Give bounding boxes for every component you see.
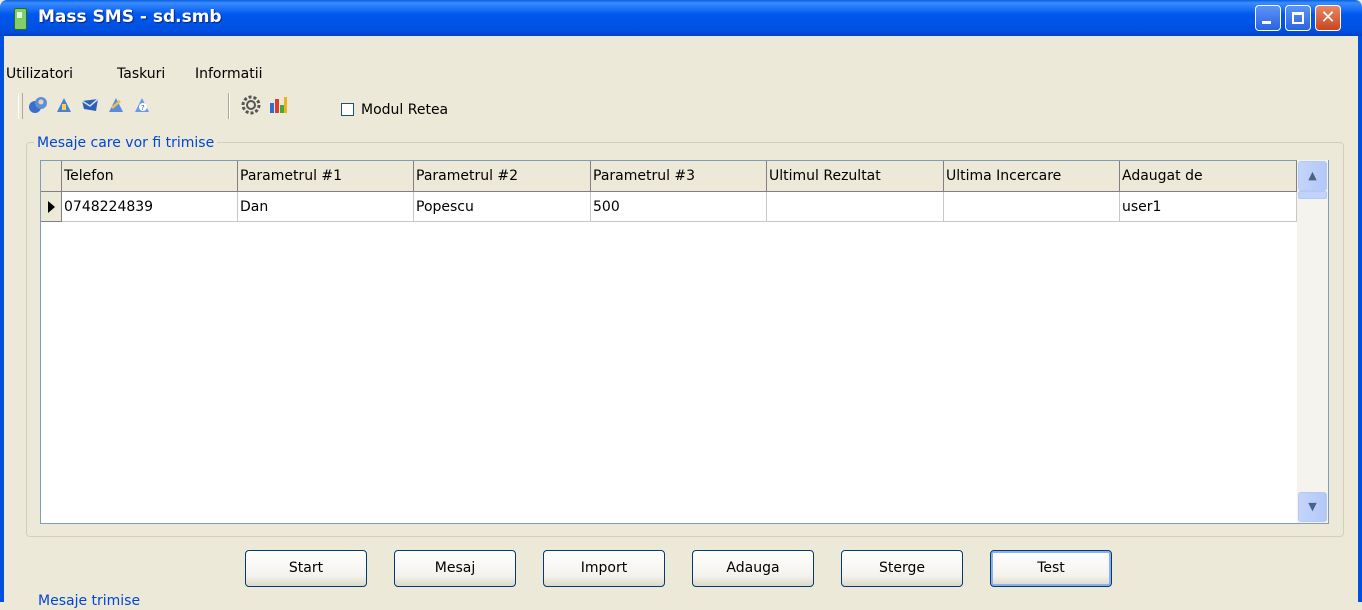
help-icon[interactable]: ? <box>132 95 152 115</box>
table-cell[interactable] <box>944 192 1120 222</box>
app-phone-icon <box>14 8 27 30</box>
mail-icon[interactable] <box>80 95 100 115</box>
scroll-up-button[interactable]: ▲ <box>1298 161 1327 191</box>
network-mode-checkbox[interactable] <box>341 103 354 116</box>
window-title: Mass SMS - sd.smb <box>38 7 222 27</box>
table-cell[interactable]: 500 <box>591 192 767 222</box>
adauga-button[interactable]: Adauga <box>692 550 814 587</box>
column-header-parametrul-2[interactable]: Parametrul #2 <box>414 161 591 192</box>
column-header-telefon[interactable]: Telefon <box>62 161 238 192</box>
column-header-ultima-incercare[interactable]: Ultima Incercare <box>944 161 1120 192</box>
column-header-parametrul-3[interactable]: Parametrul #3 <box>591 161 767 192</box>
menu-utilizatori[interactable]: Utilizatori <box>6 62 73 86</box>
table-cell[interactable]: user1 <box>1120 192 1297 222</box>
menu-informatii[interactable]: Informatii <box>195 62 263 86</box>
maximize-button[interactable] <box>1285 5 1311 31</box>
task-add-icon[interactable] <box>54 95 74 115</box>
close-icon: ✕ <box>1320 7 1336 28</box>
pending-messages-title: Mesaje care vor fi trimise <box>34 134 218 152</box>
window-left-border <box>0 36 4 602</box>
row-indicator-header <box>41 161 62 192</box>
chart-icon[interactable] <box>268 95 288 115</box>
title-bar[interactable]: Mass SMS - sd.smb ✕ <box>0 0 1362 36</box>
sterge-button[interactable]: Sterge <box>841 550 963 587</box>
menu-taskuri[interactable]: Taskuri <box>117 62 165 86</box>
column-header-ultimul-rezultat[interactable]: Ultimul Rezultat <box>767 161 944 192</box>
toolbar-separator <box>228 93 230 119</box>
scroll-down-button[interactable]: ▼ <box>1298 492 1327 522</box>
table-cell[interactable] <box>767 192 944 222</box>
network-mode-label[interactable]: Modul Retea <box>361 100 448 120</box>
settings-gear-icon[interactable] <box>241 95 261 115</box>
users-icon[interactable] <box>28 95 48 115</box>
chevron-up-icon: ▲ <box>1308 169 1317 182</box>
vertical-scrollbar[interactable]: ▲ ▼ <box>1297 160 1328 523</box>
close-button[interactable]: ✕ <box>1315 5 1341 31</box>
mesaj-button[interactable]: Mesaj <box>394 550 516 587</box>
column-header-parametrul-1[interactable]: Parametrul #1 <box>238 161 414 192</box>
window-right-border <box>1358 36 1362 602</box>
import-button[interactable]: Import <box>543 550 665 587</box>
minimize-button[interactable] <box>1255 5 1281 31</box>
svg-text:?: ? <box>141 104 145 112</box>
scroll-thumb[interactable] <box>1298 191 1327 199</box>
table-cell[interactable]: Dan <box>238 192 414 222</box>
current-row-indicator[interactable] <box>41 192 62 222</box>
task-edit-icon[interactable] <box>106 95 126 115</box>
sent-messages-title: Mesaje trimise <box>38 593 141 609</box>
start-button[interactable]: Start <box>245 550 367 587</box>
toolbar-grip[interactable] <box>18 93 23 119</box>
messages-grid[interactable]: Telefon Parametrul #1 Parametrul #2 Para… <box>40 160 1329 524</box>
table-cell[interactable]: Popescu <box>414 192 591 222</box>
table-cell[interactable]: 0748224839 <box>62 192 238 222</box>
column-header-adaugat-de[interactable]: Adaugat de <box>1120 161 1297 192</box>
chevron-down-icon: ▼ <box>1308 500 1317 513</box>
test-button[interactable]: Test <box>990 550 1112 587</box>
